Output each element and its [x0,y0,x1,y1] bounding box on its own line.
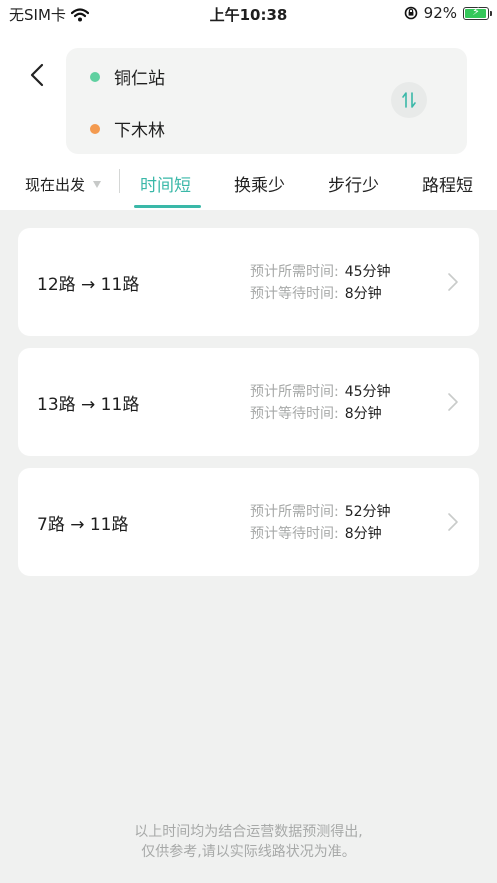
wait-label: 预计等待时间: [250,406,339,422]
battery-icon: ⚡ [463,5,492,20]
disclaimer-line-2: 仅供参考,请以实际线路状况为准。 [141,844,356,860]
back-arrow-icon[interactable] [26,60,50,90]
wait-value: 8分钟 [344,406,382,422]
disclaimer-line-1: 以上时间均为结合运营数据预测得出, [134,824,363,840]
route-info: 预计所需时间: 45分钟 预计等待时间: 8分钟 [250,381,391,425]
header-panel: 无SIM卡 上午10:38 92% ⚡ 铜仁站 下木林 现在出发 时间短 换乘少… [0,0,497,210]
duration-value: 45分钟 [344,264,391,280]
divider [119,169,120,193]
status-right: 92% ⚡ [404,4,492,22]
disclaimer: 以上时间均为结合运营数据预测得出, 仅供参考,请以实际线路状况为准。 [0,822,497,862]
tab-shortest-distance[interactable]: 路程短 [422,171,473,196]
destination-dot [90,123,100,134]
route-card[interactable]: 7路 → 11路 预计所需时间: 52分钟 预计等待时间: 8分钟 [18,468,479,576]
tab-least-walking[interactable]: 步行少 [328,171,379,196]
route-info: 预计所需时间: 52分钟 预计等待时间: 8分钟 [250,501,391,545]
wait-label: 预计等待时间: [250,526,339,542]
depart-time-dropdown[interactable]: 现在出发 [25,174,102,195]
swap-button[interactable] [391,82,427,118]
chevron-right-icon [448,513,458,531]
route-card[interactable]: 13路 → 11路 预计所需时间: 45分钟 预计等待时间: 8分钟 [18,348,479,456]
route-lines: 12路 → 11路 [37,275,140,295]
chevron-down-icon [93,181,102,188]
route-lines: 7路 → 11路 [37,515,129,535]
route-info: 预计所需时间: 45分钟 预计等待时间: 8分钟 [250,261,391,305]
duration-value: 45分钟 [344,384,391,400]
active-tab-indicator [134,205,201,208]
duration-label: 预计所需时间: [250,264,339,280]
wait-value: 8分钟 [344,286,382,302]
chevron-right-icon [448,273,458,291]
wait-value: 8分钟 [344,526,382,542]
destination-label: 下木林 [114,121,165,141]
origin-label: 铜仁站 [114,69,165,89]
sort-tabs: 现在出发 时间短 换乘少 步行少 路程短 [0,160,497,210]
route-card[interactable]: 12路 → 11路 预计所需时间: 45分钟 预计等待时间: 8分钟 [18,228,479,336]
tab-shortest-time[interactable]: 时间短 [140,171,191,196]
chevron-right-icon [448,393,458,411]
battery-percent: 92% [423,4,457,22]
wait-label: 预计等待时间: [250,286,339,302]
duration-value: 52分钟 [344,504,391,520]
status-bar: 无SIM卡 上午10:38 92% ⚡ [0,0,497,28]
tab-fewest-transfers[interactable]: 换乘少 [234,171,285,196]
destination-stop[interactable]: 下木林 [90,116,165,141]
swap-icon [402,92,416,108]
duration-label: 预计所需时间: [250,504,339,520]
origin-stop[interactable]: 铜仁站 [90,64,165,89]
duration-label: 预计所需时间: [250,384,339,400]
origin-dot [90,71,100,82]
orientation-lock-icon [404,6,417,20]
depart-label: 现在出发 [25,176,86,194]
route-lines: 13路 → 11路 [37,395,140,415]
route-selector: 铜仁站 下木林 [66,48,467,154]
